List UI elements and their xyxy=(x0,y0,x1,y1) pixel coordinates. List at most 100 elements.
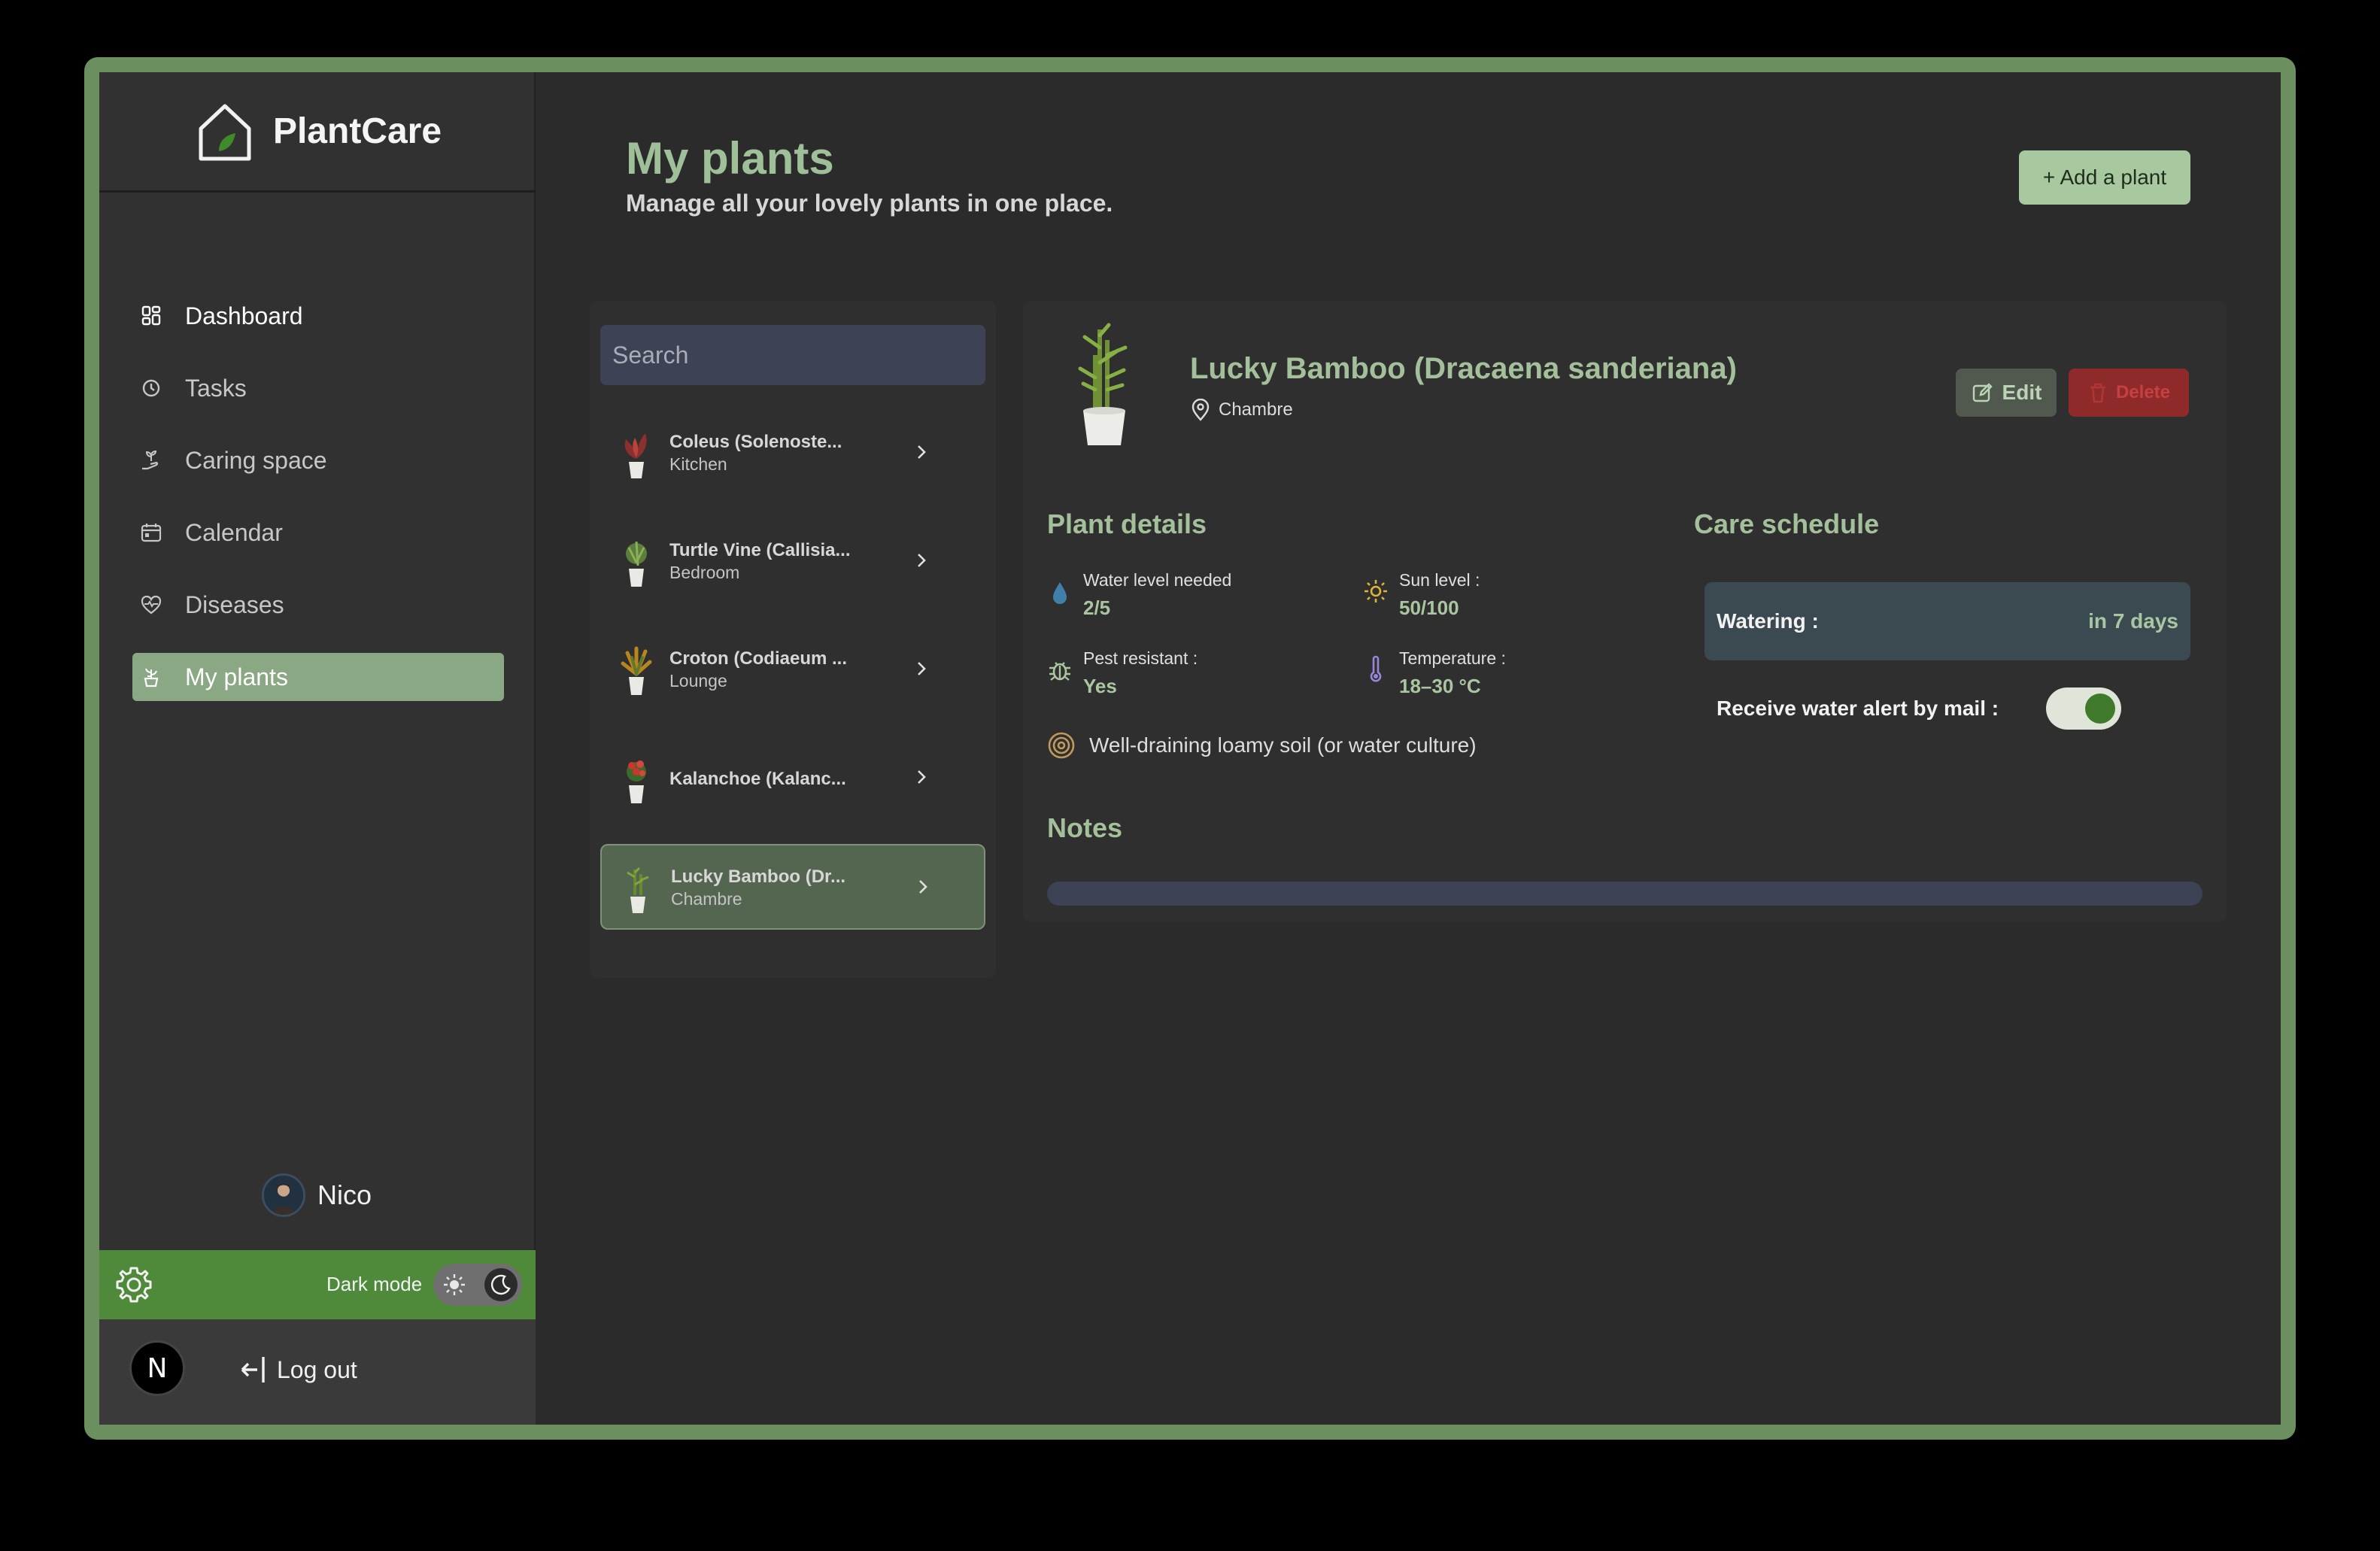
moon-icon xyxy=(484,1268,518,1301)
temperature-value: 18–30 °C xyxy=(1399,675,1481,697)
sun-level-detail: Sun level : 50/100 xyxy=(1363,570,1480,620)
nav-item-diseases[interactable]: Diseases xyxy=(132,581,504,629)
brand-name: PlantCare xyxy=(272,111,442,151)
plant-thumbnail xyxy=(626,541,647,587)
water-alert-toggle[interactable] xyxy=(2046,687,2121,730)
nav-label: Dashboard xyxy=(185,302,303,329)
plant-thumbnail xyxy=(627,867,649,913)
plant-thumbnail xyxy=(627,760,646,803)
sun-icon xyxy=(1365,580,1387,602)
watering-card: Watering : in 7 days xyxy=(1705,582,2190,660)
temperature-label: Temperature : xyxy=(1399,648,1506,668)
logout-label: Log out xyxy=(277,1355,357,1383)
plant-name: Lucky Bamboo (Dr... xyxy=(671,867,846,887)
chevron-right-icon xyxy=(918,770,926,784)
pest-resistant-detail: Pest resistant : Yes xyxy=(1047,648,1198,698)
nav-label: Tasks xyxy=(185,374,247,402)
water-value: 2/5 xyxy=(1083,596,1111,619)
n-badge[interactable]: N xyxy=(129,1340,185,1396)
list-item[interactable]: Lucky Bamboo (Dr... Chambre xyxy=(600,844,985,930)
nav-item-caring-space[interactable]: Caring space xyxy=(132,436,504,484)
care-schedule-title: Care schedule xyxy=(1694,508,1880,539)
sun-label: Sun level : xyxy=(1399,570,1480,590)
plant-title: Lucky Bamboo (Dracaena sanderiana) xyxy=(1190,352,1737,385)
sun-icon xyxy=(444,1274,465,1295)
logout-button[interactable]: Log out xyxy=(239,1354,357,1386)
delete-label: Delete xyxy=(2115,382,2171,402)
edit-label: Edit xyxy=(2002,381,2042,404)
clock-icon xyxy=(140,377,162,399)
thermometer-icon xyxy=(1370,655,1382,682)
plant-name: Kalanchoe (Kalanc... xyxy=(669,769,846,789)
nav-label: Diseases xyxy=(185,590,284,618)
soil-label: Well-draining loamy soil (or water cultu… xyxy=(1089,733,1477,757)
plant-room: Chambre xyxy=(671,889,742,909)
plant-thumbnail xyxy=(621,646,652,695)
nav-label: Caring space xyxy=(185,446,327,474)
dark-mode-toggle[interactable] xyxy=(433,1264,522,1306)
calendar-icon xyxy=(140,521,162,544)
sidebar-footer: N Log out xyxy=(99,1319,536,1425)
nav-item-calendar[interactable]: Calendar xyxy=(132,508,504,557)
plant-thumbnail xyxy=(624,433,647,478)
watering-label: Watering : xyxy=(1717,609,1819,633)
water-alert-label: Receive water alert by mail : xyxy=(1717,697,1999,720)
search-input[interactable] xyxy=(600,325,985,385)
list-item[interactable]: Turtle Vine (Callisia... Bedroom xyxy=(600,519,985,605)
notes-input[interactable] xyxy=(1047,882,2202,906)
chevron-right-icon xyxy=(919,880,927,894)
logout-icon xyxy=(241,1357,265,1383)
list-item[interactable]: Kalanchoe (Kalanc... xyxy=(600,736,985,821)
chevron-right-icon xyxy=(918,662,926,675)
dark-mode-label: Dark mode xyxy=(326,1273,423,1295)
list-item[interactable]: Coleus (Solenoste... Kitchen xyxy=(600,411,985,496)
plant-room: Bedroom xyxy=(669,563,740,582)
nav-item-my-plants[interactable]: My plants xyxy=(132,653,504,701)
gear-icon[interactable] xyxy=(113,1264,155,1306)
temperature-detail: Temperature : 18–30 °C xyxy=(1363,648,1506,698)
trash-icon xyxy=(2090,383,2105,403)
plant-detail-panel: Lucky Bamboo (Dracaena sanderiana) Chamb… xyxy=(1023,301,2227,922)
app-window: PlantCare Dashboard Tasks Caring space C… xyxy=(99,72,2281,1425)
plant-location: Chambre xyxy=(1190,399,1293,421)
chevron-right-icon xyxy=(918,445,926,459)
nav-item-dashboard[interactable]: Dashboard xyxy=(132,292,504,340)
soil-detail: Well-draining loamy soil (or water cultu… xyxy=(1047,731,1477,760)
heart-pulse-icon xyxy=(140,593,162,616)
main-content: My plants Manage all your lovely plants … xyxy=(536,72,2281,1425)
page-title: My plants xyxy=(626,133,834,184)
sidebar-nav: Dashboard Tasks Caring space Calendar Di… xyxy=(132,292,504,725)
user-name: Nico xyxy=(317,1179,372,1210)
nav-item-tasks[interactable]: Tasks xyxy=(132,364,504,412)
list-item[interactable]: Croton (Codiaeum ... Lounge xyxy=(600,627,985,713)
pest-label: Pest resistant : xyxy=(1083,648,1198,668)
plant-list-panel: Coleus (Solenoste... Kitchen Turtle Vine… xyxy=(590,301,996,978)
page-subtitle: Manage all your lovely plants in one pla… xyxy=(626,190,1113,217)
location-label: Chambre xyxy=(1219,399,1293,420)
pest-value: Yes xyxy=(1083,675,1117,697)
watering-value: in 7 days xyxy=(2088,609,2178,633)
add-plant-button[interactable]: + Add a plant xyxy=(2019,150,2190,205)
house-leaf-logo-icon xyxy=(199,104,251,160)
plant-image xyxy=(1078,323,1128,445)
sidebar: PlantCare Dashboard Tasks Caring space C… xyxy=(99,72,536,1425)
chevron-right-icon xyxy=(918,554,926,567)
bug-icon xyxy=(1049,662,1070,681)
plant-room: Kitchen xyxy=(669,454,727,474)
hand-sprout-icon xyxy=(140,449,162,472)
edit-icon xyxy=(1972,383,1993,402)
delete-button[interactable]: Delete xyxy=(2069,369,2189,417)
user-profile[interactable]: Nico xyxy=(262,1173,372,1217)
plant-name: Croton (Codiaeum ... xyxy=(669,648,847,669)
location-pin-icon xyxy=(1192,399,1210,421)
plant-name: Turtle Vine (Callisia... xyxy=(669,540,851,560)
mode-bar: Dark mode xyxy=(99,1250,536,1319)
soil-spiral-icon xyxy=(1048,732,1075,759)
water-level-detail: Water level needed 2/5 xyxy=(1047,570,1231,620)
edit-button[interactable]: Edit xyxy=(1956,369,2057,417)
water-label: Water level needed xyxy=(1083,570,1232,590)
nav-label: Calendar xyxy=(185,518,283,546)
brand[interactable]: PlantCare xyxy=(99,72,536,193)
potted-plant-icon xyxy=(140,666,162,688)
nav-label: My plants xyxy=(185,663,288,691)
